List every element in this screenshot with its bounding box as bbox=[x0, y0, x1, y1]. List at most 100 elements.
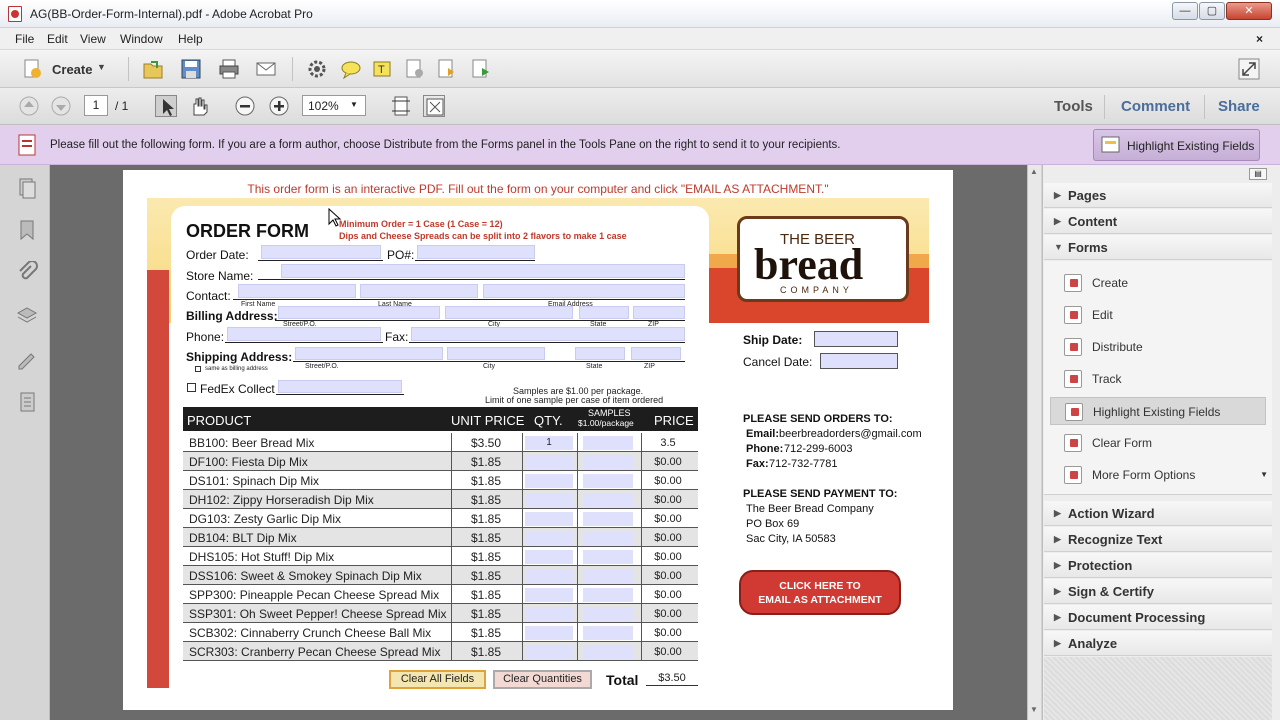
print-icon[interactable] bbox=[218, 58, 240, 80]
forms-create[interactable]: Create bbox=[1062, 271, 1268, 295]
menu-edit[interactable]: Edit bbox=[47, 32, 68, 46]
email-icon[interactable] bbox=[255, 58, 277, 80]
panel-action-wizard[interactable]: ▶ Action Wizard bbox=[1044, 501, 1272, 526]
gear-icon[interactable] bbox=[306, 58, 328, 80]
phone-field[interactable] bbox=[227, 327, 381, 341]
quantity-field[interactable] bbox=[525, 626, 573, 640]
fax-field[interactable] bbox=[411, 327, 685, 341]
close-window-button[interactable]: ✕ bbox=[1226, 2, 1272, 20]
shipping-street-field[interactable] bbox=[295, 347, 443, 360]
samples-field[interactable] bbox=[583, 474, 633, 488]
zoom-out-icon[interactable] bbox=[234, 95, 256, 117]
clear-quantities-button[interactable]: Clear Quantities bbox=[493, 670, 592, 689]
menu-file[interactable]: File bbox=[15, 32, 34, 46]
samples-field[interactable] bbox=[583, 531, 633, 545]
samples-field[interactable] bbox=[583, 550, 633, 564]
samples-field[interactable] bbox=[583, 626, 633, 640]
samples-field[interactable] bbox=[583, 569, 633, 583]
export-icon[interactable] bbox=[470, 58, 492, 80]
signatures-icon[interactable] bbox=[16, 348, 38, 370]
bookmarks-icon[interactable] bbox=[16, 219, 38, 241]
contact-last-name-field[interactable] bbox=[360, 284, 478, 298]
samples-field[interactable] bbox=[583, 588, 633, 602]
billing-street-field[interactable] bbox=[278, 306, 440, 319]
content-icon[interactable] bbox=[16, 391, 38, 413]
open-folder-icon[interactable] bbox=[142, 58, 164, 80]
clear-all-fields-button[interactable]: Clear All Fields bbox=[389, 670, 486, 689]
zoom-select[interactable]: 102% ▼ bbox=[302, 95, 366, 116]
zoom-in-icon[interactable] bbox=[268, 95, 290, 117]
previous-page-icon[interactable] bbox=[18, 95, 40, 117]
same-as-billing-checkbox[interactable] bbox=[195, 366, 201, 372]
quantity-field[interactable] bbox=[525, 455, 573, 469]
minimize-button[interactable]: — bbox=[1172, 2, 1198, 20]
maximize-button[interactable]: ▢ bbox=[1199, 2, 1225, 20]
quantity-field[interactable] bbox=[525, 645, 573, 659]
panel-sign-certify[interactable]: ▶ Sign & Certify bbox=[1044, 579, 1272, 604]
samples-field[interactable] bbox=[583, 436, 633, 450]
fit-page-icon[interactable] bbox=[390, 95, 412, 117]
shipping-zip-field[interactable] bbox=[631, 347, 681, 360]
quantity-field[interactable] bbox=[525, 607, 573, 621]
expand-icon[interactable] bbox=[1238, 58, 1260, 80]
samples-field[interactable] bbox=[583, 455, 633, 469]
layers-icon[interactable] bbox=[16, 305, 38, 327]
scroll-up-icon[interactable]: ▲ bbox=[1030, 167, 1038, 176]
hand-tool-icon[interactable] bbox=[188, 95, 210, 117]
quantity-field[interactable] bbox=[525, 569, 573, 583]
quantity-field[interactable] bbox=[525, 474, 573, 488]
page-number-input[interactable]: 1 bbox=[84, 95, 108, 116]
highlight-text-icon[interactable]: T bbox=[372, 58, 394, 80]
quantity-field[interactable] bbox=[525, 531, 573, 545]
ship-date-field[interactable] bbox=[814, 331, 898, 347]
billing-city-field[interactable] bbox=[445, 306, 573, 319]
close-document-icon[interactable]: × bbox=[1256, 32, 1263, 46]
quantity-field[interactable]: 1 bbox=[525, 436, 573, 450]
cancel-date-field[interactable] bbox=[820, 353, 898, 369]
forms-clear-form[interactable]: Clear Form bbox=[1062, 431, 1268, 455]
panel-forms[interactable]: ▼ Forms bbox=[1044, 235, 1272, 260]
next-page-icon[interactable] bbox=[50, 95, 72, 117]
pane-options-icon[interactable]: ▤ bbox=[1249, 168, 1267, 180]
vertical-scrollbar[interactable]: ▲ ▼ bbox=[1027, 165, 1041, 720]
forms-edit[interactable]: Edit bbox=[1062, 303, 1268, 327]
shipping-state-field[interactable] bbox=[575, 347, 625, 360]
forms-track[interactable]: Track bbox=[1062, 367, 1268, 391]
tab-tools[interactable]: Tools bbox=[1054, 98, 1093, 115]
page-thumbnails-icon[interactable] bbox=[16, 177, 38, 199]
scroll-down-icon[interactable]: ▼ bbox=[1030, 705, 1038, 714]
menu-view[interactable]: View bbox=[80, 32, 106, 46]
tab-share[interactable]: Share bbox=[1218, 98, 1260, 115]
order-date-field[interactable] bbox=[261, 245, 381, 259]
quantity-field[interactable] bbox=[525, 550, 573, 564]
contact-first-name-field[interactable] bbox=[238, 284, 356, 298]
sign-icon[interactable] bbox=[404, 58, 426, 80]
samples-field[interactable] bbox=[583, 645, 633, 659]
attachments-icon[interactable] bbox=[16, 261, 38, 283]
forms-distribute[interactable]: Distribute bbox=[1062, 335, 1268, 359]
panel-pages[interactable]: ▶ Pages bbox=[1044, 183, 1272, 208]
samples-field[interactable] bbox=[583, 607, 633, 621]
fedex-account-field[interactable] bbox=[278, 380, 402, 393]
redact-icon[interactable] bbox=[436, 58, 458, 80]
email-attachment-button[interactable]: CLICK HERE TO EMAIL AS ATTACHMENT bbox=[739, 570, 901, 615]
contact-email-field[interactable] bbox=[483, 284, 685, 298]
po-number-field[interactable] bbox=[417, 245, 535, 259]
forms-highlight-existing-fields[interactable]: Highlight Existing Fields bbox=[1050, 397, 1266, 425]
samples-field[interactable] bbox=[583, 512, 633, 526]
select-tool-icon[interactable] bbox=[155, 95, 177, 117]
tab-comment[interactable]: Comment bbox=[1121, 98, 1190, 115]
panel-recognize-text[interactable]: ▶ Recognize Text bbox=[1044, 527, 1272, 552]
billing-state-field[interactable] bbox=[579, 306, 629, 319]
quantity-field[interactable] bbox=[525, 512, 573, 526]
forms-more-options[interactable]: More Form Options ▼ bbox=[1062, 463, 1268, 487]
panel-analyze[interactable]: ▶ Analyze bbox=[1044, 631, 1272, 656]
menu-window[interactable]: Window bbox=[120, 32, 163, 46]
quantity-field[interactable] bbox=[525, 493, 573, 507]
panel-document-processing[interactable]: ▶ Document Processing bbox=[1044, 605, 1272, 630]
quantity-field[interactable] bbox=[525, 588, 573, 602]
samples-field[interactable] bbox=[583, 493, 633, 507]
billing-zip-field[interactable] bbox=[633, 306, 685, 319]
full-screen-icon[interactable] bbox=[423, 95, 445, 117]
fedex-collect-checkbox[interactable] bbox=[187, 383, 196, 392]
